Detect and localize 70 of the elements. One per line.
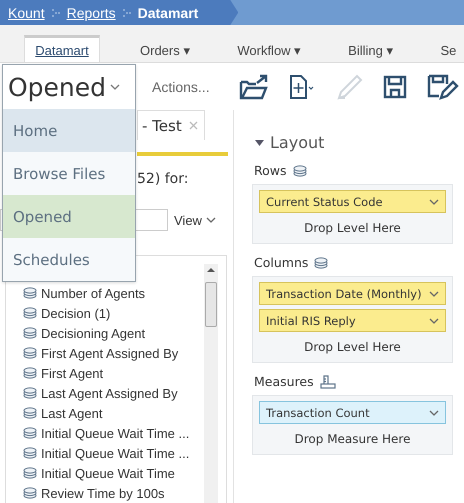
drop-hint: Drop Level Here	[303, 220, 402, 237]
stack-icon	[23, 327, 37, 339]
chevron-icon	[429, 410, 439, 416]
chevron-icon	[110, 84, 120, 90]
drop-hint: Drop Measure Here	[294, 431, 412, 448]
list-item[interactable]: Last Agent Assigned By	[23, 383, 226, 403]
separator-icon	[50, 8, 61, 18]
chevron-icon	[429, 198, 439, 204]
list-item[interactable]: Review Time by 100s	[23, 483, 226, 503]
stack-icon	[292, 164, 307, 176]
menu-option[interactable]: Home	[3, 109, 135, 152]
nav-tab[interactable]: Workflow ▾	[237, 35, 302, 62]
view-button[interactable]: View	[174, 212, 216, 228]
document-tab[interactable]: - Test	[137, 110, 205, 140]
section-label: Columns	[254, 255, 308, 270]
actions-menu[interactable]: Actions...	[152, 78, 210, 94]
level-chip[interactable]: Transaction Date (Monthly)	[259, 282, 446, 305]
list-item[interactable]: Decision (1)	[23, 303, 226, 323]
list-item[interactable]: First Agent Assigned By	[23, 343, 226, 363]
list-item[interactable]: Number of Agents	[23, 283, 226, 303]
chevron-icon	[206, 217, 216, 223]
stack-icon	[23, 387, 37, 399]
breadcrumb-link[interactable]: Reports	[66, 4, 116, 20]
level-chip[interactable]: Initial RIS Reply	[259, 309, 446, 332]
stack-icon	[23, 447, 37, 459]
scrollbar[interactable]	[204, 264, 218, 503]
list-item[interactable]: Decisioning Agent	[23, 323, 226, 343]
list-item[interactable]: Initial Queue Wait Time ...	[23, 443, 226, 463]
chevron-icon	[429, 318, 439, 324]
menu-option[interactable]: Browse Files	[3, 152, 135, 195]
stack-icon	[23, 287, 37, 299]
stack-icon	[314, 256, 328, 268]
nav-tab[interactable]: Datamart	[24, 35, 100, 62]
section-title: Layout	[270, 133, 324, 152]
stack-icon	[23, 367, 37, 379]
section-label: Measures	[254, 374, 314, 389]
list-item[interactable]: Last Agent	[23, 403, 226, 423]
list-item[interactable]: Initial Queue Wait Time	[23, 463, 226, 483]
collapse-toggle[interactable]	[255, 140, 264, 146]
view-select[interactable]: Opened	[3, 65, 135, 109]
breadcrumb-current: Datamart	[138, 4, 198, 20]
nav-tab[interactable]: Billing ▾	[348, 35, 394, 62]
save-button[interactable]	[382, 74, 407, 98]
nav-tab[interactable]: Orders ▾	[140, 35, 190, 62]
drop-hint: Drop Level Here	[303, 339, 402, 356]
stack-icon	[23, 427, 37, 439]
stack-icon	[23, 407, 37, 419]
breadcrumb-link[interactable]: Kount	[8, 4, 45, 20]
list-item[interactable]: First Agent	[23, 363, 226, 383]
measure-chip[interactable]: Transaction Count	[259, 401, 446, 424]
ruler-icon	[320, 374, 336, 388]
stack-icon	[23, 467, 37, 479]
open-folder-button[interactable]	[238, 74, 269, 100]
save-as-button[interactable]	[426, 74, 459, 100]
stack-icon	[23, 347, 37, 359]
separator-icon	[122, 8, 132, 18]
level-chip[interactable]: Current Status Code	[259, 190, 446, 213]
scroll-up-icon[interactable]	[207, 267, 215, 272]
list-item[interactable]: Initial Queue Wait Time ...	[23, 423, 226, 443]
tab-title: - Test	[142, 116, 182, 134]
chevron-icon	[429, 290, 439, 296]
count-text: 52) for:	[137, 171, 190, 187]
new-file-button[interactable]	[288, 74, 315, 100]
section-label: Rows	[254, 163, 287, 178]
menu-option[interactable]: Opened	[3, 195, 135, 238]
stack-icon	[23, 307, 37, 319]
menu-option[interactable]: Schedules	[3, 238, 135, 281]
scroll-thumb[interactable]	[205, 282, 217, 327]
stack-icon	[23, 487, 37, 499]
nav-tab[interactable]: Se	[440, 35, 456, 62]
